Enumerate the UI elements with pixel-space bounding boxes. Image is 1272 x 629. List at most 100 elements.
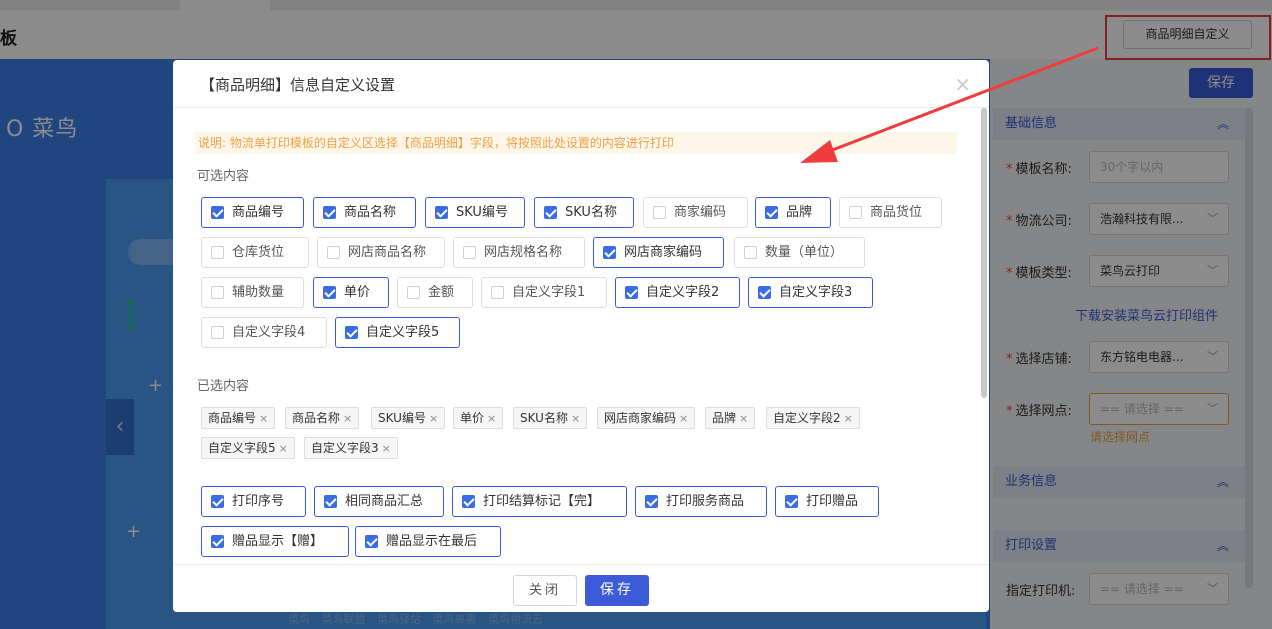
checkbox-checked-icon[interactable]: [323, 286, 336, 299]
checkbox-checked-icon[interactable]: [324, 495, 337, 508]
checkbox-checked-icon[interactable]: [365, 535, 378, 548]
checkbox-option[interactable]: 商品编号: [201, 197, 304, 228]
checkbox-empty-icon[interactable]: [327, 246, 340, 259]
checkbox-checked-icon[interactable]: [765, 206, 778, 219]
checkbox-label: 商品编号: [232, 205, 285, 220]
tag-remove-icon[interactable]: ×: [487, 412, 496, 425]
checkbox-checked-icon[interactable]: [462, 495, 475, 508]
checkbox-empty-icon[interactable]: [211, 286, 224, 299]
checkbox-option[interactable]: 辅助数量: [201, 277, 304, 308]
checkbox-checked-icon[interactable]: [758, 286, 771, 299]
checkbox-option[interactable]: 打印赠品: [775, 486, 879, 517]
modal-header: 【商品明细】信息自定义设置 ×: [173, 60, 989, 108]
checkbox-empty-icon[interactable]: [463, 246, 476, 259]
checkbox-empty-icon[interactable]: [653, 206, 666, 219]
checkbox-label: 赠品显示在最后: [386, 534, 478, 549]
checkbox-option[interactable]: 自定义字段3: [748, 277, 873, 308]
selected-tag: 自定义字段5 ×: [201, 437, 295, 459]
tag-label: 商品编号: [208, 411, 257, 425]
checkbox-option[interactable]: 网店商家编码: [593, 237, 724, 268]
tag-remove-icon[interactable]: ×: [343, 412, 352, 425]
checkbox-label: 商家编码: [674, 205, 727, 220]
checkbox-option[interactable]: 品牌: [755, 197, 831, 228]
checkbox-label: 网店规格名称: [484, 245, 563, 260]
checkbox-label: 数量（单位）: [765, 245, 844, 260]
checkbox-option[interactable]: 打印序号: [201, 486, 306, 517]
checkbox-option[interactable]: 相同商品汇总: [314, 486, 444, 517]
checkbox-option[interactable]: 赠品显示在最后: [355, 526, 501, 557]
checkbox-option[interactable]: 商家编码: [643, 197, 748, 228]
checkbox-option[interactable]: 赠品显示【赠】: [201, 526, 349, 557]
checkbox-checked-icon[interactable]: [603, 246, 616, 259]
selected-tag: 单价 ×: [453, 407, 504, 429]
checkbox-empty-icon[interactable]: [407, 286, 420, 299]
checkbox-label: 金额: [428, 285, 455, 300]
checkbox-checked-icon[interactable]: [544, 206, 557, 219]
checkbox-option[interactable]: 网店商品名称: [317, 237, 445, 268]
checkbox-option[interactable]: 自定义字段1: [481, 277, 607, 308]
notice-text: 说明: 物流单打印模板的自定义区选择【商品明细】字段，将按照此处设置的内容进行打…: [195, 132, 957, 154]
tag-remove-icon[interactable]: ×: [679, 412, 688, 425]
checkbox-label: 自定义字段4: [232, 325, 306, 340]
checkbox-option[interactable]: 网店规格名称: [453, 237, 585, 268]
checkbox-option[interactable]: 商品货位: [839, 197, 942, 228]
selected-tag: SKU编号 ×: [371, 407, 446, 429]
modal-title: 【商品明细】信息自定义设置: [200, 76, 396, 94]
checkbox-option[interactable]: 自定义字段5: [335, 317, 460, 348]
tag-remove-icon[interactable]: ×: [259, 412, 268, 425]
checkbox-checked-icon[interactable]: [785, 495, 798, 508]
checkbox-option[interactable]: 数量（单位）: [734, 237, 865, 268]
selected-tag: SKU名称 ×: [513, 407, 588, 429]
save-button[interactable]: 保存: [585, 575, 649, 606]
checkbox-label: 单价: [344, 285, 371, 300]
modal-scrollbar[interactable]: [981, 108, 987, 398]
checkbox-label: 品牌: [786, 205, 813, 220]
checkbox-checked-icon[interactable]: [645, 495, 658, 508]
checkbox-checked-icon[interactable]: [211, 535, 224, 548]
checkbox-checked-icon[interactable]: [625, 286, 638, 299]
checkbox-empty-icon[interactable]: [849, 206, 862, 219]
custom-settings-modal: 【商品明细】信息自定义设置 × 说明: 物流单打印模板的自定义区选择【商品明细】…: [173, 60, 989, 612]
checkbox-label: 商品名称: [344, 205, 397, 220]
selected-tag: 商品名称 ×: [285, 407, 360, 429]
tag-label: 单价: [460, 411, 485, 425]
checkbox-empty-icon[interactable]: [744, 246, 757, 259]
checkbox-option[interactable]: SKU名称: [534, 197, 634, 228]
checkbox-label: 自定义字段2: [646, 285, 720, 300]
checkbox-empty-icon[interactable]: [491, 286, 504, 299]
checkbox-checked-icon[interactable]: [345, 326, 358, 339]
tag-remove-icon[interactable]: ×: [429, 412, 438, 425]
selected-tag: 商品编号 ×: [201, 407, 276, 429]
checkbox-checked-icon[interactable]: [211, 206, 224, 219]
checkbox-checked-icon[interactable]: [435, 206, 448, 219]
checkbox-checked-icon[interactable]: [323, 206, 336, 219]
tag-remove-icon[interactable]: ×: [382, 442, 391, 455]
tag-remove-icon[interactable]: ×: [571, 412, 580, 425]
checkbox-option[interactable]: 打印结算标记【完】: [452, 486, 627, 517]
close-button[interactable]: 关闭: [513, 575, 577, 606]
tag-remove-icon[interactable]: ×: [279, 442, 288, 455]
tag-remove-icon[interactable]: ×: [844, 412, 853, 425]
checkbox-label: 赠品显示【赠】: [232, 534, 324, 549]
tag-remove-icon[interactable]: ×: [739, 412, 748, 425]
checkbox-option[interactable]: 金额: [397, 277, 473, 308]
checkbox-option[interactable]: 商品名称: [313, 197, 416, 228]
checkbox-label: 仓库货位: [232, 245, 285, 260]
tag-label: 网店商家编码: [604, 411, 677, 425]
checkbox-option[interactable]: 自定义字段2: [615, 277, 740, 308]
checkbox-checked-icon[interactable]: [211, 495, 224, 508]
tag-label: 自定义字段3: [311, 441, 379, 455]
checkbox-empty-icon[interactable]: [211, 326, 224, 339]
checkbox-label: 网店商家编码: [624, 245, 703, 260]
tag-label: SKU编号: [378, 411, 426, 425]
checkbox-option[interactable]: 单价: [313, 277, 389, 308]
close-icon[interactable]: ×: [954, 72, 971, 96]
checkbox-label: 打印赠品: [806, 494, 859, 509]
checkbox-option[interactable]: SKU编号: [425, 197, 525, 228]
checkbox-label: 自定义字段3: [779, 285, 853, 300]
checkbox-option[interactable]: 仓库货位: [201, 237, 309, 268]
checkbox-option[interactable]: 打印服务商品: [635, 486, 767, 517]
checkbox-empty-icon[interactable]: [211, 246, 224, 259]
checkbox-option[interactable]: 自定义字段4: [201, 317, 327, 348]
tag-label: SKU名称: [520, 411, 568, 425]
